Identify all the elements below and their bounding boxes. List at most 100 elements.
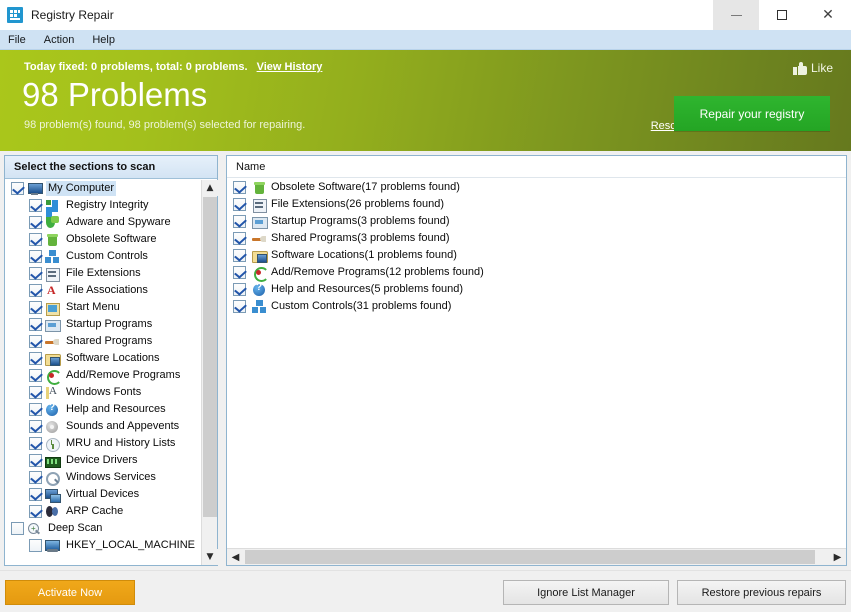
tree-row[interactable]: ARP Cache — [5, 503, 201, 520]
sections-tree[interactable]: My Computer Registry Integrity Adware and … — [5, 180, 217, 565]
result-row-label: Startup Programs(3 problems found) — [271, 215, 450, 227]
tree-row[interactable]: + Deep Scan — [5, 520, 201, 537]
tree-row[interactable]: Start Menu — [5, 299, 201, 316]
result-row[interactable]: Help and Resources(5 problems found) — [227, 281, 846, 298]
results-list[interactable]: Obsolete Software(17 problems found) File… — [227, 179, 846, 544]
minimize-button[interactable] — [713, 0, 759, 30]
chevron-left-icon[interactable]: ◀ — [227, 549, 244, 565]
font-icon — [45, 385, 60, 400]
tree-row[interactable]: Windows Services — [5, 469, 201, 486]
tree-row-label: Start Menu — [66, 301, 120, 313]
row-checkbox[interactable] — [29, 335, 42, 348]
row-checkbox[interactable] — [29, 216, 42, 229]
row-checkbox[interactable] — [29, 199, 42, 212]
like-button[interactable]: Like — [792, 61, 833, 75]
tree-row[interactable]: Registry Integrity — [5, 197, 201, 214]
result-row[interactable]: Custom Controls(31 problems found) — [227, 298, 846, 315]
tree-row[interactable]: Adware and Spyware — [5, 214, 201, 231]
restore-previous-repairs-button[interactable]: Restore previous repairs — [677, 580, 846, 605]
thumbs-up-icon — [792, 61, 807, 75]
row-checkbox[interactable] — [29, 284, 42, 297]
row-checkbox[interactable] — [29, 301, 42, 314]
maximize-icon — [777, 10, 787, 20]
tree-row[interactable]: Startup Programs — [5, 316, 201, 333]
tree-row-label: Registry Integrity — [66, 199, 149, 211]
ignore-list-manager-button[interactable]: Ignore List Manager — [503, 580, 669, 605]
menu-item-file[interactable]: File — [0, 30, 35, 50]
tree-row[interactable]: Obsolete Software — [5, 231, 201, 248]
activate-now-button[interactable]: Activate Now — [5, 580, 135, 605]
row-checkbox[interactable] — [29, 505, 42, 518]
chevron-up-icon[interactable]: ▲ — [202, 180, 218, 196]
tree-row[interactable]: Add/Remove Programs — [5, 367, 201, 385]
row-checkbox[interactable] — [233, 181, 246, 194]
row-checkbox[interactable] — [11, 182, 24, 195]
tree-row[interactable]: Help and Resources — [5, 401, 201, 418]
tree-row-label: File Extensions — [66, 267, 141, 279]
row-checkbox[interactable] — [29, 403, 42, 416]
repair-registry-button[interactable]: Repair your registry — [674, 96, 830, 131]
letter-a-icon — [45, 283, 60, 298]
result-row[interactable]: Obsolete Software(17 problems found) — [227, 179, 846, 196]
result-row[interactable]: Software Locations(1 problems found) — [227, 247, 846, 264]
scrollbar-thumb[interactable] — [245, 550, 815, 564]
tree-row[interactable]: Sounds and Appevents — [5, 418, 201, 435]
row-checkbox[interactable] — [11, 522, 24, 535]
tree-row[interactable]: Virtual Devices — [5, 486, 201, 503]
row-checkbox[interactable] — [29, 352, 42, 365]
tree-row-label: Virtual Devices — [66, 488, 140, 500]
row-checkbox[interactable] — [29, 267, 42, 280]
row-checkbox[interactable] — [29, 488, 42, 501]
tree-row[interactable]: Device Drivers — [5, 452, 201, 469]
row-checkbox[interactable] — [233, 300, 246, 313]
row-checkbox[interactable] — [233, 249, 246, 262]
start-menu-icon — [45, 301, 60, 316]
result-row[interactable]: Shared Programs(3 problems found) — [227, 230, 846, 247]
view-history-link[interactable]: View History — [257, 61, 323, 73]
status-banner: Today fixed: 0 problems, total: 0 proble… — [0, 50, 851, 151]
row-checkbox[interactable] — [29, 471, 42, 484]
tree-row[interactable]: Windows Fonts — [5, 384, 201, 401]
row-checkbox[interactable] — [29, 250, 42, 263]
tree-row[interactable]: File Extensions — [5, 265, 201, 282]
sections-vertical-scrollbar[interactable]: ▲ ▼ — [201, 180, 218, 565]
row-checkbox[interactable] — [29, 386, 42, 399]
row-checkbox[interactable] — [29, 318, 42, 331]
row-checkbox[interactable] — [29, 420, 42, 433]
shared-programs-icon — [45, 335, 60, 349]
tree-row[interactable]: Shared Programs — [5, 333, 201, 350]
result-row[interactable]: Add/Remove Programs(12 problems found) — [227, 264, 846, 282]
magnifier-icon: + — [27, 522, 42, 536]
tree-row[interactable]: MRU and History Lists — [5, 435, 201, 452]
result-row[interactable]: Startup Programs(3 problems found) — [227, 213, 846, 230]
close-button[interactable]: ✕ — [805, 0, 851, 30]
row-checkbox[interactable] — [233, 232, 246, 245]
chevron-right-icon[interactable]: ▶ — [829, 549, 846, 565]
tree-row[interactable]: Custom Controls — [5, 248, 201, 265]
row-checkbox[interactable] — [29, 454, 42, 467]
chevron-down-icon[interactable]: ▼ — [202, 549, 218, 565]
result-row-label: Shared Programs(3 problems found) — [271, 232, 450, 244]
menu-item-help[interactable]: Help — [83, 30, 124, 50]
menu-item-action[interactable]: Action — [35, 30, 84, 50]
result-row[interactable]: File Extensions(26 problems found) — [227, 196, 846, 213]
row-checkbox[interactable] — [233, 283, 246, 296]
sections-panel-header: Select the sections to scan — [5, 156, 217, 179]
sections-panel: Select the sections to scan My Computer R… — [4, 155, 218, 566]
row-checkbox[interactable] — [29, 233, 42, 246]
row-checkbox[interactable] — [29, 539, 42, 552]
tree-row[interactable]: HKEY_LOCAL_MACHINE — [5, 537, 201, 554]
tree-row[interactable]: Software Locations — [5, 350, 201, 367]
row-checkbox[interactable] — [233, 198, 246, 211]
tree-row[interactable]: My Computer — [5, 180, 201, 197]
row-checkbox[interactable] — [233, 266, 246, 279]
results-horizontal-scrollbar[interactable]: ◀ ▶ — [227, 548, 846, 565]
row-checkbox[interactable] — [29, 437, 42, 450]
tree-row[interactable]: File Associations — [5, 282, 201, 299]
scrollbar-thumb[interactable] — [203, 197, 217, 517]
software-folder-icon — [45, 352, 61, 366]
result-row-label: Custom Controls(31 problems found) — [271, 300, 452, 312]
maximize-button[interactable] — [759, 0, 805, 30]
row-checkbox[interactable] — [29, 369, 42, 382]
row-checkbox[interactable] — [233, 215, 246, 228]
